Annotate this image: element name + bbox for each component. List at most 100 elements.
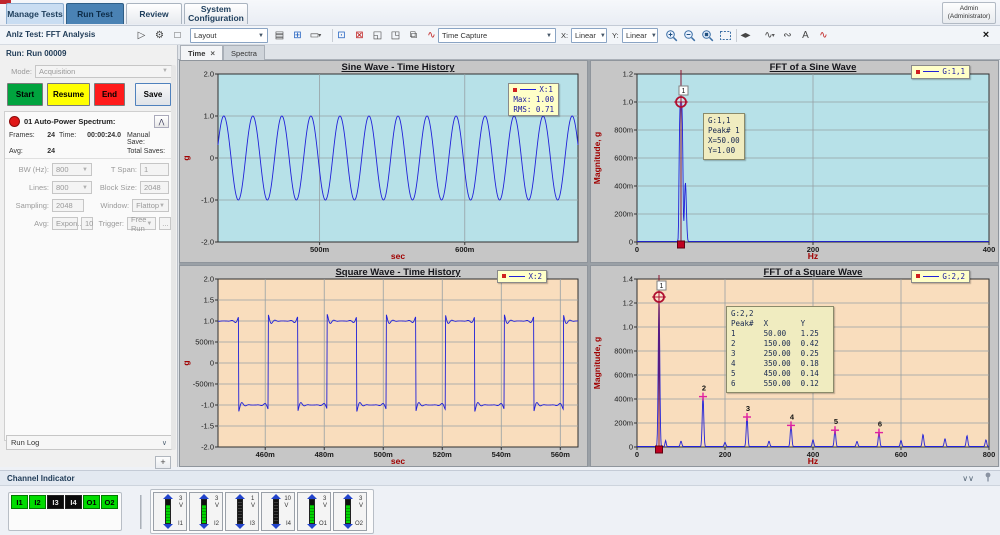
meter-level-bar bbox=[309, 499, 315, 524]
meter-lower-limit-icon[interactable] bbox=[163, 524, 173, 529]
box-zoom-icon[interactable] bbox=[718, 28, 733, 43]
end-label: End bbox=[102, 90, 117, 99]
close-pane-icon[interactable]: × bbox=[980, 29, 992, 41]
meter-lower-limit-icon[interactable] bbox=[235, 524, 245, 529]
channel-meter-i3[interactable]: 1VI3 bbox=[225, 492, 259, 531]
meter-level-bar bbox=[237, 499, 243, 524]
svg-text:600m: 600m bbox=[455, 245, 475, 254]
y-scale-combo[interactable]: Linear▼ bbox=[622, 28, 658, 43]
zoom-full-icon[interactable] bbox=[700, 28, 715, 43]
meter-channel-label: O1 bbox=[319, 521, 327, 527]
channel-meter-i2[interactable]: 3VI2 bbox=[189, 492, 223, 531]
svg-text:1.2: 1.2 bbox=[623, 70, 633, 79]
lines-label: Lines: bbox=[9, 183, 49, 192]
start-button[interactable]: Start bbox=[7, 83, 43, 106]
tab-spectra[interactable]: Spectra bbox=[223, 45, 265, 60]
admin-button[interactable]: Admin (Administrator) bbox=[942, 2, 996, 24]
test-settings-icon[interactable]: ⚙ bbox=[152, 28, 167, 43]
bw-combo[interactable]: 800▼ bbox=[52, 163, 92, 176]
pan-horizontal-icon[interactable]: ◂▸ bbox=[738, 28, 753, 43]
chart-plot[interactable]: 460m480m500m520m540m560m2.01.51.0500m0-5… bbox=[180, 266, 587, 467]
channel-splitter[interactable] bbox=[140, 495, 142, 529]
harmonic-cursor-icon[interactable]: ∿ bbox=[816, 28, 831, 43]
window-combo[interactable]: Flattop▼ bbox=[132, 199, 169, 212]
block-size-field[interactable]: 2048 bbox=[140, 181, 169, 194]
window-label: Window: bbox=[87, 201, 129, 210]
zoom-out-icon[interactable] bbox=[682, 28, 697, 43]
new-window-icon[interactable]: □ bbox=[170, 28, 185, 43]
avg-count-field[interactable]: 10 bbox=[81, 217, 93, 230]
svg-text:200m: 200m bbox=[614, 210, 633, 219]
channel-button-i1[interactable]: I1 bbox=[11, 495, 28, 509]
meter-level-bar bbox=[273, 499, 279, 524]
measurement-group: 01 Auto-Power Spectrum: ⋀ Frames: 24 Tim… bbox=[4, 111, 174, 441]
meter-lower-limit-icon[interactable] bbox=[271, 524, 281, 529]
tab-time[interactable]: Time × bbox=[180, 45, 223, 60]
open-layout-icon[interactable]: ▭▾ bbox=[308, 28, 323, 43]
channel-meter-o1[interactable]: 3V O1 bbox=[297, 492, 331, 531]
lines-combo[interactable]: 800▼ bbox=[52, 181, 92, 194]
chart-plot[interactable]: 02004001.21.0800m600m400m200m01HzMagnitu… bbox=[591, 61, 998, 262]
chart-square-time-history[interactable]: 460m480m500m520m540m560m2.01.51.0500m0-5… bbox=[179, 265, 588, 468]
chart-fft-square-wave[interactable]: 02004006008001.41.21.0800m600m400m200m01… bbox=[590, 265, 999, 468]
meter-range-label: 3V bbox=[323, 496, 327, 510]
overlap-windows-icon[interactable]: ⧉ bbox=[406, 28, 421, 43]
window-right-icon[interactable]: ◳ bbox=[388, 28, 403, 43]
meter-lower-limit-icon[interactable] bbox=[343, 524, 353, 529]
layout-combo[interactable]: Layout▼ bbox=[190, 28, 268, 43]
end-button[interactable]: End bbox=[94, 83, 125, 106]
chart-fft-sine-wave[interactable]: 02004001.21.0800m600m400m200m01HzMagnitu… bbox=[590, 60, 999, 263]
avg-type-combo[interactable]: Expon... bbox=[52, 217, 78, 230]
collapse-panel-icon[interactable]: ∨∨ bbox=[962, 474, 974, 483]
add-panel-button[interactable]: + bbox=[155, 456, 171, 469]
tab-run-test[interactable]: Run Test bbox=[66, 3, 124, 24]
edit-curve-icon[interactable]: ∿ bbox=[424, 28, 439, 43]
save-button[interactable]: Save bbox=[135, 83, 171, 106]
trigger-combo[interactable]: Free Run▼ bbox=[127, 217, 156, 230]
peak-marker-button[interactable]: ⋀ bbox=[154, 115, 169, 128]
channel-meter-o2[interactable]: 3VO2 bbox=[333, 492, 367, 531]
channel-meter-i4[interactable]: 10VI4 bbox=[261, 492, 295, 531]
sampling-field[interactable]: 2048 bbox=[52, 199, 84, 212]
tab-system-configuration[interactable]: System Configuration bbox=[184, 3, 248, 24]
pin-panel-icon[interactable] bbox=[984, 472, 992, 484]
svg-text:3: 3 bbox=[746, 404, 750, 413]
channel-meter-i1[interactable]: 3VI1 bbox=[153, 492, 187, 531]
tab-review[interactable]: Review bbox=[126, 3, 182, 24]
link-cursor-icon[interactable]: ∾ bbox=[780, 28, 795, 43]
svg-text:600m: 600m bbox=[614, 154, 633, 163]
trigger-more-button[interactable]: ... bbox=[159, 217, 171, 230]
remove-signal-window-icon[interactable]: ⊠ bbox=[352, 28, 367, 43]
close-tab-icon[interactable]: × bbox=[210, 49, 215, 58]
window-left-icon[interactable]: ◱ bbox=[370, 28, 385, 43]
chart-sine-time-history[interactable]: 500m600m2.01.00-1.0-2.0secgSine Wave - T… bbox=[179, 60, 588, 263]
resume-button[interactable]: Resume bbox=[47, 83, 90, 106]
svg-text:-1.0: -1.0 bbox=[201, 400, 214, 409]
signal-combo[interactable]: Time Capture▼ bbox=[438, 28, 556, 43]
legend-line-icon bbox=[923, 71, 939, 72]
run-log-combo[interactable]: Run Log∨ bbox=[6, 435, 172, 450]
meter-range-label: 3V bbox=[215, 496, 219, 510]
meter-lower-limit-icon[interactable] bbox=[307, 524, 317, 529]
channel-button-o2[interactable]: O2 bbox=[101, 495, 118, 509]
channel-button-i2[interactable]: I2 bbox=[29, 495, 46, 509]
left-panel-scrollbar[interactable] bbox=[171, 65, 176, 450]
add-signal-window-icon[interactable]: ⊡ bbox=[334, 28, 349, 43]
tspan-field[interactable]: 1 bbox=[140, 163, 169, 176]
channel-button-i3[interactable]: I3 bbox=[47, 495, 64, 509]
save-layout-icon[interactable]: ⊞ bbox=[290, 28, 305, 43]
annotation-text-icon[interactable]: A bbox=[798, 28, 813, 43]
zoom-in-icon[interactable] bbox=[664, 28, 679, 43]
tab-label: Run Test bbox=[77, 9, 113, 19]
meter-lower-limit-icon[interactable] bbox=[199, 524, 209, 529]
new-layout-icon[interactable]: ▤ bbox=[272, 28, 287, 43]
channel-button-o1[interactable]: O1 bbox=[83, 495, 100, 509]
tab-manage-tests[interactable]: Manage Tests bbox=[6, 3, 64, 24]
mode-combo[interactable]: Acquisition▼ bbox=[35, 65, 172, 78]
channel-button-i4[interactable]: I4 bbox=[65, 495, 82, 509]
run-test-icon[interactable]: ▷ bbox=[134, 28, 149, 43]
sampling-label: Sampling: bbox=[9, 201, 49, 210]
x-scale-combo[interactable]: Linear▼ bbox=[571, 28, 607, 43]
svg-text:200m: 200m bbox=[614, 418, 633, 427]
cursor-wave-icon[interactable]: ∿▾ bbox=[762, 28, 777, 43]
